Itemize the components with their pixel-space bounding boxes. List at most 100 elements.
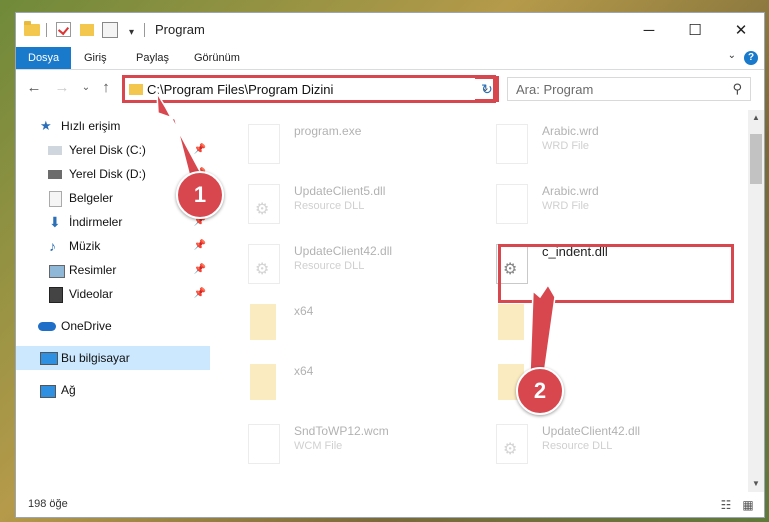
sidebar-item-disk-c[interactable]: Yerel Disk (C:) 📌 xyxy=(16,138,210,162)
computer-icon xyxy=(40,352,58,365)
star-icon: ★ xyxy=(40,118,52,133)
file-type: Resource DLL xyxy=(294,260,365,272)
file-item[interactable]: x64 xyxy=(226,358,466,418)
large-icons-view-icon[interactable]: ▦ xyxy=(740,497,756,513)
address-path[interactable]: C:\Program Files\Program Dizini xyxy=(147,82,333,97)
pin-icon: 📌 xyxy=(193,288,206,299)
download-icon: ⬇ xyxy=(49,214,61,230)
up-arrow-icon[interactable]: ↑ xyxy=(96,78,116,98)
file-type: WRD File xyxy=(542,200,590,212)
file-name: UpdateClient42.dll xyxy=(294,244,393,258)
scroll-up-icon[interactable]: ▲ xyxy=(748,110,764,126)
file-item[interactable]: SndToWP12.wcm WCM File xyxy=(226,418,466,478)
sidebar-item-label: Bu bilgisayar xyxy=(61,351,130,365)
file-name: UpdateClient42.dll xyxy=(542,424,641,438)
vertical-scrollbar[interactable]: ▲ ▼ xyxy=(748,110,764,492)
dll-file-icon xyxy=(496,244,528,284)
file-name: x64 xyxy=(294,364,314,378)
folder-icon xyxy=(129,84,143,95)
explorer-window: ▾ Program ─ ☐ ✕ Dosya Giriş Paylaş Görün… xyxy=(15,12,765,518)
back-arrow-icon[interactable]: ← xyxy=(24,78,44,98)
dll-file-icon xyxy=(248,244,280,284)
search-icon[interactable]: ⚲ xyxy=(732,81,742,97)
sidebar-item-label: Yerel Disk (C:) xyxy=(69,143,146,157)
file-name: program.exe xyxy=(294,124,362,138)
file-name: Arabic.wrd xyxy=(542,124,599,138)
maximize-button[interactable]: ☐ xyxy=(672,13,718,47)
properties-check-icon[interactable] xyxy=(56,22,71,37)
title-bar: ▾ Program ─ ☐ ✕ xyxy=(16,13,764,47)
file-item[interactable] xyxy=(474,298,714,358)
file-icon xyxy=(248,424,280,464)
drive-icon xyxy=(48,170,62,179)
file-icon xyxy=(496,184,528,224)
file-type: Resource DLL xyxy=(542,440,613,452)
folder-icon xyxy=(498,304,524,340)
sidebar-item-onedrive[interactable]: OneDrive xyxy=(16,314,210,338)
scroll-thumb[interactable] xyxy=(750,134,762,184)
sidebar-item-label: Videolar xyxy=(69,287,113,301)
list-properties-icon[interactable] xyxy=(102,22,118,38)
sidebar-item-label: OneDrive xyxy=(61,319,112,333)
folder-icon xyxy=(250,304,276,340)
sidebar-item-videos[interactable]: Videolar 📌 xyxy=(16,282,210,306)
sidebar-item-label: Müzik xyxy=(69,239,101,253)
sidebar-item-downloads[interactable]: ⬇ İndirmeler 📌 xyxy=(16,210,210,234)
sidebar-item-quick-access[interactable]: ★ Hızlı erişim xyxy=(16,114,210,138)
folder-icon xyxy=(24,21,40,36)
dll-file-icon xyxy=(248,184,280,224)
file-item[interactable] xyxy=(474,358,714,418)
sidebar-item-network[interactable]: Ağ xyxy=(16,378,210,402)
file-item[interactable]: UpdateClient42.dll Resource DLL xyxy=(474,418,714,478)
navigation-bar: ← → ⌄ ↑ C:\Program Files\Program Dizini … xyxy=(16,70,764,106)
chevron-down-icon[interactable]: ⌄ xyxy=(728,50,736,61)
customize-toolbar-icon[interactable]: ▾ xyxy=(129,24,134,40)
close-button[interactable]: ✕ xyxy=(718,13,764,47)
sidebar-item-this-pc[interactable]: Bu bilgisayar xyxy=(16,346,210,370)
sidebar-item-label: Yerel Disk (D:) xyxy=(69,167,146,181)
drive-icon xyxy=(48,146,62,155)
details-view-icon[interactable]: ☷ xyxy=(718,497,734,513)
video-icon xyxy=(49,287,63,303)
file-type: WCM File xyxy=(294,440,343,452)
file-item[interactable]: Arabic.wrd WRD File xyxy=(474,118,714,178)
file-item[interactable]: UpdateClient5.dll Resource DLL xyxy=(226,178,466,238)
pictures-icon xyxy=(49,265,65,278)
music-icon: ♪ xyxy=(49,238,56,254)
step-marker-2: 2 xyxy=(516,367,564,415)
file-item[interactable]: x64 xyxy=(226,298,466,358)
dll-file-icon xyxy=(496,424,528,464)
file-name: SndToWP12.wcm xyxy=(294,424,389,438)
new-folder-icon[interactable] xyxy=(80,24,94,36)
file-item-c-indent-dll[interactable]: c_indent.dll xyxy=(474,238,714,298)
pin-icon: 📌 xyxy=(193,240,206,251)
refresh-icon[interactable]: ↻ xyxy=(475,77,499,101)
file-type: WRD File xyxy=(542,140,590,152)
sidebar-item-label: İndirmeler xyxy=(69,215,123,229)
tab-file[interactable]: Dosya xyxy=(16,47,72,69)
item-count: 198 öğe xyxy=(28,498,68,510)
search-input[interactable]: Ara: Program ⚲ xyxy=(507,77,751,101)
forward-arrow-icon[interactable]: → xyxy=(52,78,72,98)
file-item[interactable]: Arabic.wrd WRD File xyxy=(474,178,714,238)
file-item[interactable]: UpdateClient42.dll Resource DLL xyxy=(226,238,466,298)
minimize-button[interactable]: ─ xyxy=(626,13,672,47)
documents-icon xyxy=(49,191,62,207)
cloud-icon xyxy=(38,322,56,331)
scroll-down-icon[interactable]: ▼ xyxy=(748,476,764,492)
sidebar-item-pictures[interactable]: Resimler 📌 xyxy=(16,258,210,282)
tab-view[interactable]: Görünüm xyxy=(186,47,248,69)
file-icon xyxy=(496,124,528,164)
recent-locations-icon[interactable]: ⌄ xyxy=(76,78,96,98)
network-icon xyxy=(40,385,56,398)
help-icon[interactable]: ? xyxy=(744,51,758,65)
tab-home[interactable]: Giriş xyxy=(76,47,115,69)
tab-share[interactable]: Paylaş xyxy=(128,47,177,69)
file-name: UpdateClient5.dll xyxy=(294,184,386,198)
status-bar: 198 öğe ☷ ▦ xyxy=(16,493,764,517)
file-name: Arabic.wrd xyxy=(542,184,599,198)
sidebar-item-label: Resimler xyxy=(69,263,117,277)
address-bar[interactable]: C:\Program Files\Program Dizini ⌄ xyxy=(124,77,495,101)
sidebar-item-music[interactable]: ♪ Müzik 📌 xyxy=(16,234,210,258)
file-item[interactable]: program.exe xyxy=(226,118,466,178)
